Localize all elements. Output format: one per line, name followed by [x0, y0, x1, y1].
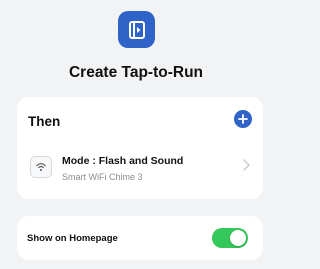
then-card: Then Mode : Flash and Sound Smart WiFi C…	[17, 97, 263, 199]
homepage-card: Show on Homepage	[17, 216, 263, 260]
plus-icon	[238, 114, 248, 124]
action-device-name: Smart WiFi Chime 3	[62, 172, 143, 182]
then-section-title: Then	[28, 114, 61, 129]
toggle-knob	[230, 230, 246, 246]
tap-to-run-screen: Create Tap-to-Run Then Mode : Flash and …	[0, 0, 272, 269]
add-action-button[interactable]	[234, 110, 252, 128]
chevron-right-icon	[243, 159, 250, 171]
show-on-homepage-toggle[interactable]	[212, 228, 248, 248]
show-on-homepage-label: Show on Homepage	[27, 233, 118, 244]
action-label: Mode : Flash and Sound	[62, 155, 184, 167]
chime-device-icon	[30, 156, 52, 178]
tap-to-run-icon	[118, 11, 155, 48]
page-title: Create Tap-to-Run	[68, 64, 204, 81]
